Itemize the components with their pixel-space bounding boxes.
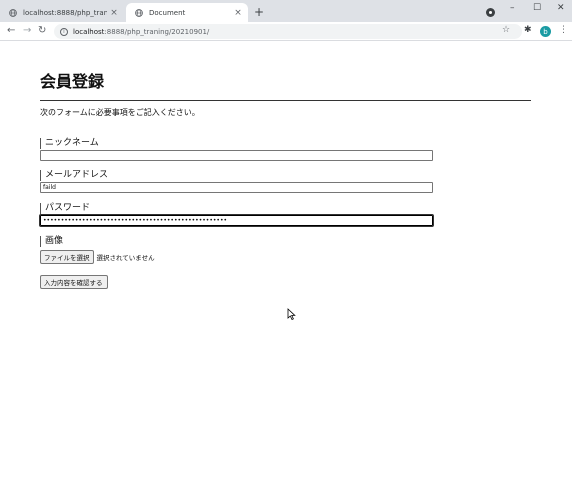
globe-icon (135, 8, 143, 17)
nickname-input[interactable] (40, 150, 433, 161)
bookmark-star-icon[interactable]: ☆ (502, 25, 510, 35)
kebab-menu-icon[interactable]: ⋮ (559, 25, 568, 35)
back-arrow-icon[interactable]: ← (7, 25, 15, 36)
page-content: 会員登録 次のフォームに必要事項をご記入ください。 ニックネーム メールアドレス… (39, 41, 531, 289)
info-icon[interactable]: i (60, 27, 68, 36)
new-tab-button[interactable]: + (254, 5, 264, 19)
address-toolbar: ← → ↻ i localhost:8888/php_traning/20210… (0, 22, 572, 41)
title-divider (40, 100, 531, 101)
close-tab-icon[interactable]: × (107, 8, 121, 18)
minimize-button[interactable]: – (510, 3, 515, 13)
extensions-puzzle-icon[interactable]: ✱ (524, 25, 532, 35)
lead-text: 次のフォームに必要事項をご記入ください。 (40, 108, 200, 117)
window-close-button[interactable]: ✕ (557, 3, 565, 13)
tab-document[interactable]: Document × (126, 3, 248, 22)
choose-file-button[interactable]: ファイルを選択 (40, 250, 94, 264)
mouse-pointer-icon (287, 308, 296, 320)
file-picker: ファイルを選択 選択されていません (40, 250, 531, 264)
address-bar[interactable]: i localhost:8888/php_traning/20210901/ (54, 24, 522, 39)
url-host: localhost (73, 27, 105, 36)
nickname-label: ニックネーム (40, 138, 531, 149)
page-title: 会員登録 (40, 72, 105, 91)
file-status: 選択されていません (96, 254, 155, 262)
forward-arrow-icon[interactable]: → (23, 25, 31, 36)
tab-localhost[interactable]: localhost:8888/php_traning/2021 × (0, 3, 124, 22)
email-input[interactable]: faild (40, 182, 433, 193)
email-label: メールアドレス (40, 170, 531, 181)
tab-title: Document (149, 8, 186, 17)
reload-icon[interactable]: ↻ (38, 25, 46, 36)
password-label: パスワード (40, 203, 531, 214)
image-label: 画像 (40, 236, 531, 247)
url-path: :8888/php_traning/20210901/ (104, 27, 210, 36)
confirm-button[interactable]: 入力内容を確認する (40, 275, 108, 289)
close-tab-icon[interactable]: × (231, 8, 245, 18)
browser-window: localhost:8888/php_traning/2021 × Docume… (0, 0, 572, 480)
password-input[interactable]: ••••••••••••••••••••••••••••••••••••••••… (39, 214, 434, 227)
tab-title: localhost:8888/php_traning/2021 (23, 8, 107, 17)
globe-icon (9, 8, 17, 17)
media-record-icon[interactable] (486, 8, 495, 17)
tab-strip: localhost:8888/php_traning/2021 × Docume… (0, 0, 572, 22)
maximize-button[interactable]: ☐ (533, 3, 541, 13)
profile-avatar[interactable]: b (540, 26, 551, 37)
